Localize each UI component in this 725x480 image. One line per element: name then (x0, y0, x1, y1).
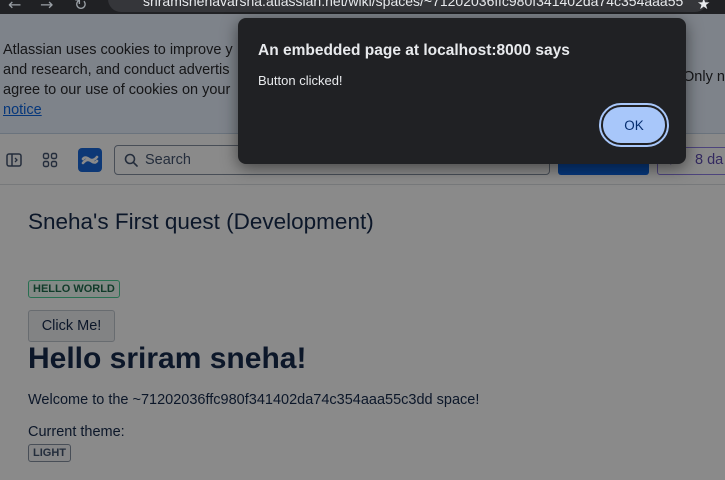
ok-button[interactable]: OK (599, 103, 669, 147)
dialog-title: An embedded page at localhost:8000 says (258, 42, 570, 59)
alert-dialog: An embedded page at localhost:8000 says … (238, 18, 686, 164)
address-bar-url: sriramsnenavarsha.atlassian.net/wiki/spa… (143, 0, 684, 9)
forward-arrow-icon[interactable]: → (40, 0, 53, 14)
back-arrow-icon[interactable]: ← (8, 0, 21, 14)
bookmark-star-icon[interactable]: ★ (697, 0, 710, 13)
browser-toolbar: ← → ↻ sriramsnenavarsha.atlassian.net/wi… (0, 0, 725, 14)
reload-icon[interactable]: ↻ (74, 0, 87, 14)
dialog-message: Button clicked! (258, 73, 343, 88)
